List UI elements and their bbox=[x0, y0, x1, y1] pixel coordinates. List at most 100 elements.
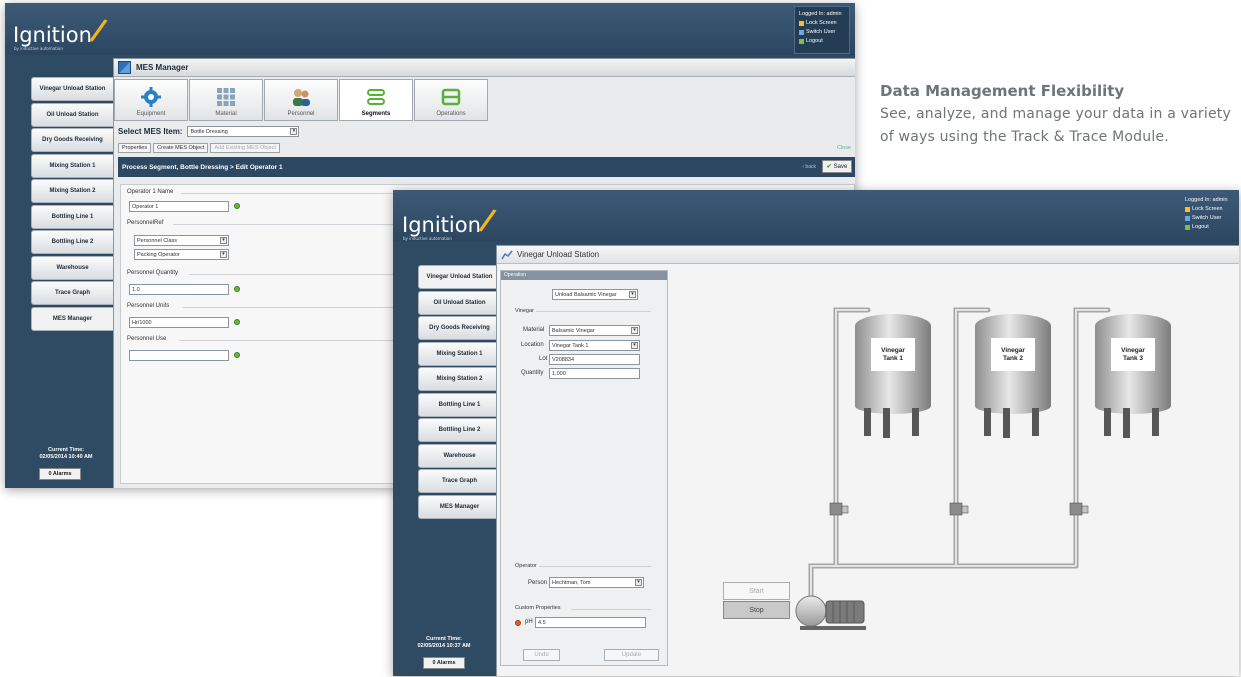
alarms-button[interactable]: 0 Alarms bbox=[423, 657, 465, 669]
nav-dry-goods-receiving[interactable]: Dry Goods Receiving bbox=[31, 128, 113, 152]
window-title: Vinegar Unload Station bbox=[517, 250, 600, 259]
operation-header: Operation bbox=[501, 271, 667, 280]
select-mes-item-row: Select MES Item: Bottle Dressing ▾ bbox=[118, 126, 300, 137]
tank-3-label: Vinegar Tank 3 bbox=[1111, 338, 1155, 371]
nav-oil-unload-station[interactable]: Oil Unload Station bbox=[418, 290, 500, 315]
login-panel: Logged In: admin Lock Screen Switch User… bbox=[794, 6, 850, 54]
left-nav: Vinegar Unload Station Oil Unload Statio… bbox=[418, 265, 500, 520]
material-dropdown[interactable]: Balsamic Vinegar ▾ bbox=[549, 325, 640, 336]
nav-dry-goods-receiving[interactable]: Dry Goods Receiving bbox=[418, 316, 500, 340]
personnel-use-label: Personnel Use bbox=[127, 336, 167, 342]
chevron-down-icon: ▾ bbox=[635, 579, 642, 586]
personnel-quantity-field[interactable]: 1.0 bbox=[129, 284, 229, 295]
switch-user-link[interactable]: Switch User bbox=[1185, 214, 1232, 223]
nav-trace-graph[interactable]: Trace Graph bbox=[31, 281, 113, 305]
tab-equipment[interactable]: Equipment bbox=[114, 79, 188, 121]
lot-field[interactable]: V208834 bbox=[549, 354, 640, 365]
people-icon bbox=[293, 89, 310, 106]
back-link[interactable]: ‹ back bbox=[802, 164, 816, 170]
caption-title: Data Management Flexibility bbox=[880, 82, 1125, 100]
subtab-properties[interactable]: Properties bbox=[118, 143, 152, 153]
status-ok-icon bbox=[234, 352, 240, 358]
personnel-units-field[interactable]: Hr/1000 bbox=[129, 317, 229, 328]
logout-icon bbox=[799, 39, 804, 44]
pump-icon bbox=[795, 595, 866, 630]
sub-tabs: Properties Create MES Object Add Existin… bbox=[118, 143, 280, 153]
personnel-ref-label: PersonnelRef bbox=[127, 220, 164, 226]
vinegar-tank-2 bbox=[975, 314, 1051, 438]
logout-link[interactable]: Logout bbox=[1185, 223, 1232, 232]
nav-mes-manager[interactable]: MES Manager bbox=[418, 494, 500, 519]
valve-icon bbox=[949, 502, 969, 516]
subtab-add-existing-mes-object[interactable]: Add Existing MES Object bbox=[210, 143, 280, 153]
nav-warehouse[interactable]: Warehouse bbox=[31, 255, 113, 280]
tab-personnel[interactable]: Personnel bbox=[264, 79, 338, 121]
tab-operations[interactable]: Operations bbox=[414, 79, 488, 121]
tab-material[interactable]: Material bbox=[189, 79, 263, 121]
operator-name-field[interactable]: Operator 1 bbox=[129, 201, 229, 212]
nav-warehouse[interactable]: Warehouse bbox=[418, 443, 500, 468]
nav-vinegar-unload-station[interactable]: Vinegar Unload Station bbox=[418, 265, 500, 289]
person-label: Person bbox=[528, 580, 548, 586]
person-dropdown[interactable]: Hechtman, Tom ▾ bbox=[549, 577, 644, 588]
edit-header-title: Process Segment, Bottle Dressing > Edit … bbox=[122, 163, 283, 171]
personnel-use-field[interactable] bbox=[129, 350, 229, 361]
nav-mixing-station-1[interactable]: Mixing Station 1 bbox=[31, 153, 113, 178]
logout-link[interactable]: Logout bbox=[799, 37, 845, 46]
window-title-bar: Vinegar Unload Station bbox=[497, 246, 1239, 264]
window-title: MES Manager bbox=[136, 63, 189, 72]
chevron-down-icon: ▾ bbox=[629, 291, 636, 298]
alarms-button[interactable]: 0 Alarms bbox=[39, 468, 81, 480]
undo-button[interactable]: Undo bbox=[523, 649, 560, 661]
caption-line-2: of ways using the Track & Trace Module. bbox=[880, 129, 1169, 145]
caption-body: See, analyze, and manage your data in a … bbox=[880, 103, 1240, 149]
tab-segments[interactable]: Segments bbox=[339, 79, 413, 121]
operation-dropdown[interactable]: Unload Balsamic Vinegar ▾ bbox=[552, 289, 638, 300]
material-grid-icon bbox=[217, 88, 235, 106]
update-button[interactable]: Update bbox=[604, 649, 659, 661]
save-button[interactable]: ✔ Save bbox=[822, 160, 852, 173]
logo-subtext: by inductive automation bbox=[403, 236, 452, 241]
mes-tabs: Equipment Material Personnel Segments Op… bbox=[114, 79, 489, 121]
chart-icon bbox=[501, 250, 513, 259]
valve-icon bbox=[829, 502, 849, 516]
switch-user-link[interactable]: Switch User bbox=[799, 28, 845, 37]
start-button[interactable]: Start bbox=[723, 582, 790, 600]
logout-icon bbox=[1185, 225, 1190, 230]
nav-mixing-station-2[interactable]: Mixing Station 2 bbox=[31, 179, 113, 203]
quantity-field[interactable]: 1,000 bbox=[549, 368, 640, 379]
nav-trace-graph[interactable]: Trace Graph bbox=[418, 469, 500, 493]
ph-label: pH bbox=[525, 619, 533, 625]
logo-text: Ignition bbox=[402, 213, 481, 237]
nav-bottling-line-2[interactable]: Bottling Line 2 bbox=[418, 418, 500, 442]
ph-field[interactable]: 4.5 bbox=[535, 617, 646, 628]
status-ok-icon bbox=[234, 319, 240, 325]
subtab-create-mes-object[interactable]: Create MES Object bbox=[153, 143, 209, 153]
nav-mixing-station-1[interactable]: Mixing Station 1 bbox=[418, 341, 500, 366]
ignition-logo: Ignition / by inductive automation bbox=[13, 12, 110, 51]
mes-manager-icon bbox=[118, 61, 131, 74]
lock-icon bbox=[799, 21, 804, 26]
close-link[interactable]: Close bbox=[837, 145, 851, 151]
gear-icon bbox=[141, 87, 161, 107]
nav-mes-manager[interactable]: MES Manager bbox=[31, 306, 113, 331]
nav-mixing-station-2[interactable]: Mixing Station 2 bbox=[418, 367, 500, 391]
nav-bottling-line-2[interactable]: Bottling Line 2 bbox=[31, 230, 113, 254]
location-dropdown[interactable]: Vinegar Tank 1 ▾ bbox=[549, 340, 640, 351]
status-ok-icon bbox=[234, 203, 240, 209]
personnel-quantity-label: Personnel Quantity bbox=[127, 270, 179, 276]
lock-screen-link[interactable]: Lock Screen bbox=[799, 19, 845, 28]
nav-bottling-line-1[interactable]: Bottling Line 1 bbox=[31, 204, 113, 229]
nav-bottling-line-1[interactable]: Bottling Line 1 bbox=[418, 392, 500, 417]
nav-oil-unload-station[interactable]: Oil Unload Station bbox=[31, 102, 113, 127]
operation-panel: Operation Unload Balsamic Vinegar ▾ Vineg… bbox=[500, 270, 668, 666]
chevron-down-icon: ▾ bbox=[631, 342, 638, 349]
nav-vinegar-unload-station[interactable]: Vinegar Unload Station bbox=[31, 77, 113, 101]
stop-button[interactable]: Stop bbox=[723, 601, 790, 619]
divider bbox=[571, 609, 651, 610]
quantity-label: Quantity bbox=[521, 370, 544, 376]
personnel-class-dropdown[interactable]: Personnel Class ▾ bbox=[134, 235, 229, 246]
mes-item-dropdown[interactable]: Bottle Dressing ▾ bbox=[187, 126, 300, 137]
lock-screen-link[interactable]: Lock Screen bbox=[1185, 205, 1232, 214]
packing-operator-dropdown[interactable]: Packing Operator ▾ bbox=[134, 249, 229, 260]
